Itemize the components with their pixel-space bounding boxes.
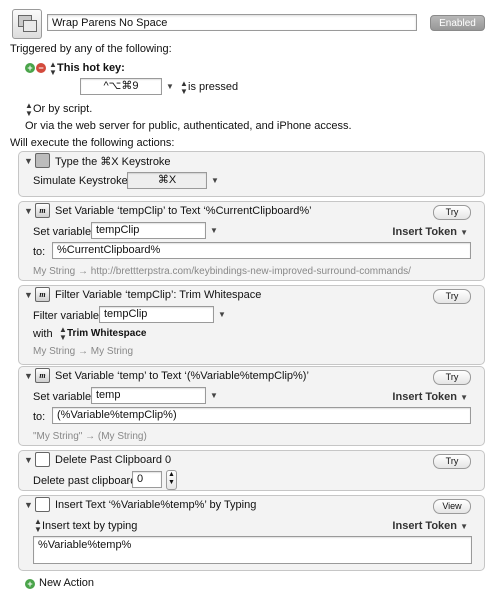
document-icon: [35, 497, 50, 512]
actions-heading: Will execute the following actions:: [10, 137, 175, 149]
updown-arrows-icon[interactable]: ▲ ▼: [49, 61, 57, 77]
try-button[interactable]: Try: [433, 205, 471, 220]
chevron-down-icon: ▼: [460, 228, 468, 237]
disclosure-triangle-icon[interactable]: ▼: [24, 206, 33, 216]
to-label: to:: [33, 411, 46, 423]
insert-mode-popup[interactable]: Insert text by typing: [42, 520, 137, 532]
action-set-variable-temp[interactable]: ▼ m Set Variable ‘temp’ to Text ‘(%Varia…: [18, 366, 485, 446]
simulate-keystroke-label: Simulate Keystroke:: [33, 175, 131, 187]
action-insert-text[interactable]: ▼ Insert Text ‘%Variable%temp%’ by Typin…: [18, 495, 485, 571]
action-title: Filter Variable ‘tempClip’: Trim Whitesp…: [55, 289, 262, 301]
chevron-down-icon: ▼: [460, 522, 468, 531]
m-script-icon: m: [35, 203, 50, 218]
web-server-label: Or via the web server for public, authen…: [25, 120, 352, 132]
insert-token-menu[interactable]: Insert Token ▼: [392, 391, 468, 403]
action-set-variable-tempclip[interactable]: ▼ m Set Variable ‘tempClip’ to Text ‘%Cu…: [18, 201, 485, 281]
chevron-down-icon[interactable]: ▼: [166, 82, 174, 91]
action-title: Type the ⌘X Keystroke: [55, 156, 171, 168]
text-value-field[interactable]: (%Variable%tempClip%): [52, 407, 471, 424]
add-action-icon[interactable]: +: [25, 579, 35, 589]
m-script-icon: m: [35, 368, 50, 383]
updown-arrows-icon[interactable]: ▲ ▼: [25, 102, 33, 118]
macro-icon: [12, 9, 42, 39]
enabled-button[interactable]: Enabled: [430, 15, 485, 31]
chevron-down-icon[interactable]: ▼: [211, 176, 219, 185]
try-button[interactable]: Try: [433, 454, 471, 469]
hotkey-label: This hot key:: [57, 62, 125, 74]
chevron-down-icon[interactable]: ▼: [218, 310, 226, 319]
disclosure-triangle-icon[interactable]: ▼: [24, 455, 33, 465]
action-delete-past-clipboard[interactable]: ▼ Delete Past Clipboard 0 Try Delete pas…: [18, 450, 485, 491]
chevron-down-icon[interactable]: ▼: [210, 226, 218, 235]
disclosure-triangle-icon[interactable]: ▼: [24, 290, 33, 300]
variable-name-field[interactable]: temp: [91, 387, 206, 404]
text-value-field[interactable]: %CurrentClipboard%: [52, 242, 471, 259]
disclosure-triangle-icon[interactable]: ▼: [24, 500, 33, 510]
set-variable-label: Set variable: [33, 391, 92, 403]
try-button[interactable]: Try: [433, 289, 471, 304]
action-title: Insert Text ‘%Variable%temp%’ by Typing: [55, 499, 257, 511]
insert-text-area[interactable]: %Variable%temp%: [33, 536, 472, 564]
to-label: to:: [33, 246, 46, 258]
preview-text: My String → http://brettterpstra.com/key…: [33, 266, 411, 277]
action-title: Set Variable ‘temp’ to Text ‘(%Variable%…: [55, 370, 309, 382]
preview-text: "My String" → (My String): [33, 431, 147, 442]
triggers-heading: Triggered by any of the following:: [10, 43, 172, 55]
view-button[interactable]: View: [433, 499, 471, 514]
preview-text: My String → My String: [33, 346, 134, 357]
disclosure-triangle-icon[interactable]: ▼: [24, 371, 33, 381]
updown-arrows-icon[interactable]: ▲ ▼: [180, 80, 188, 96]
keyboard-icon: [35, 153, 50, 168]
new-action-link[interactable]: New Action: [39, 577, 94, 589]
filter-type-popup[interactable]: Trim Whitespace: [67, 328, 146, 339]
keystroke-field[interactable]: ⌘X: [127, 172, 207, 189]
chevron-down-icon[interactable]: ▼: [210, 391, 218, 400]
action-title: Delete Past Clipboard 0: [55, 454, 172, 466]
hotkey-field[interactable]: ^⌥⌘9: [80, 78, 162, 95]
set-variable-label: Set variable: [33, 226, 92, 238]
insert-token-menu[interactable]: Insert Token ▼: [392, 226, 468, 238]
pressed-label: is pressed: [188, 81, 239, 93]
m-script-icon: m: [35, 287, 50, 302]
variable-name-field[interactable]: tempClip: [91, 222, 206, 239]
disclosure-triangle-icon[interactable]: ▼: [24, 156, 33, 166]
remove-trigger-icon[interactable]: −: [36, 63, 46, 73]
action-type-keystroke[interactable]: ▼ Type the ⌘X Keystroke Simulate Keystro…: [18, 151, 485, 197]
action-filter-variable[interactable]: ▼ m Filter Variable ‘tempClip’: Trim Whi…: [18, 285, 485, 365]
try-button[interactable]: Try: [433, 370, 471, 385]
delete-past-clipboard-label: Delete past clipboard: [33, 475, 137, 487]
action-title: Set Variable ‘tempClip’ to Text ‘%Curren…: [55, 205, 312, 217]
or-by-script-label: Or by script.: [33, 103, 93, 115]
updown-arrows-icon[interactable]: ▲ ▼: [59, 326, 67, 342]
add-trigger-icon[interactable]: +: [25, 63, 35, 73]
clipboard-index-field[interactable]: 0: [132, 471, 162, 488]
document-icon: [35, 452, 50, 467]
stepper-icon[interactable]: ▲ ▼: [166, 470, 177, 490]
insert-token-menu[interactable]: Insert Token ▼: [392, 520, 468, 532]
filter-variable-label: Filter variable: [33, 310, 100, 322]
macro-name-field[interactable]: Wrap Parens No Space: [47, 14, 417, 31]
chevron-down-icon: ▼: [460, 393, 468, 402]
updown-arrows-icon[interactable]: ▲ ▼: [34, 518, 42, 534]
variable-name-field[interactable]: tempClip: [99, 306, 214, 323]
with-label: with: [33, 328, 53, 340]
